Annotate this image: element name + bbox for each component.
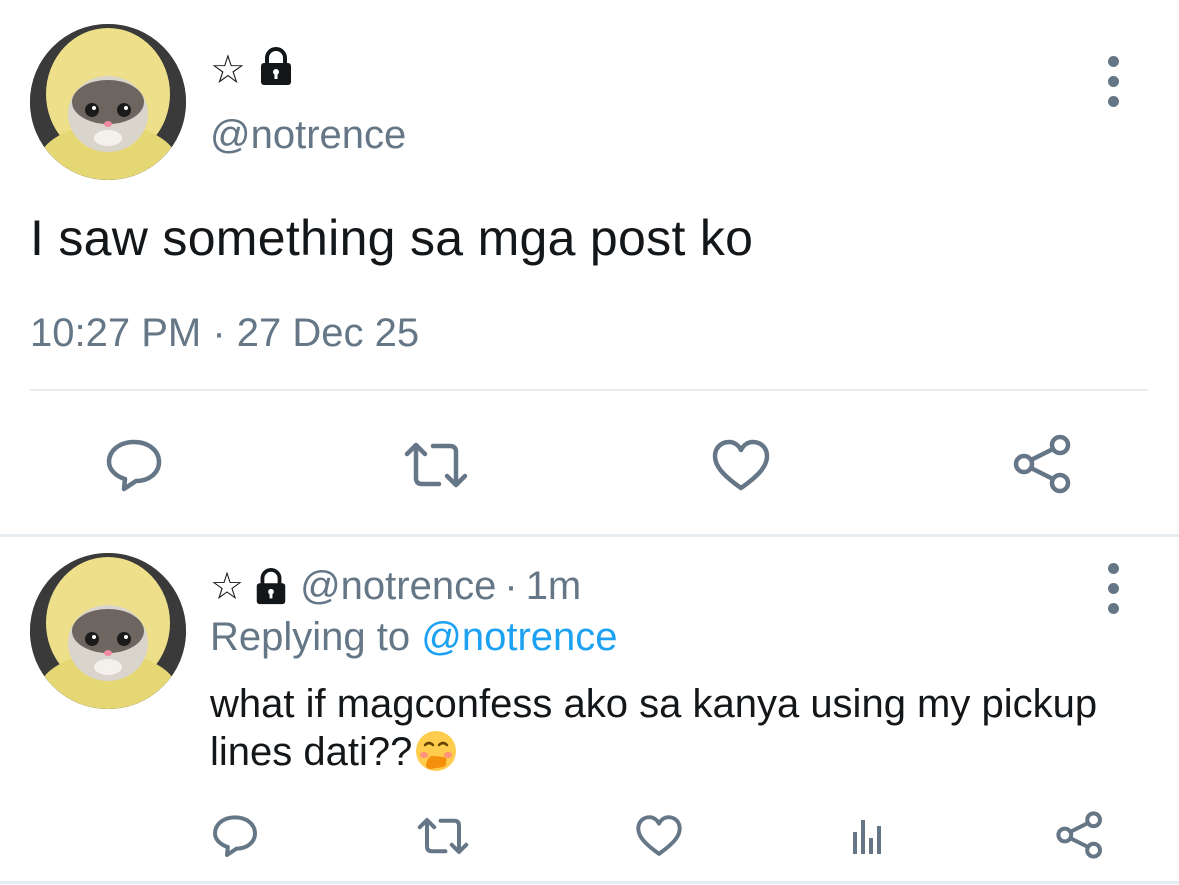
replying-to: Replying to @notrence [210, 615, 618, 660]
tweet-date: 27 Dec 25 [236, 311, 420, 355]
tweet-age: 1m [525, 564, 582, 608]
share-button[interactable] [1054, 810, 1106, 860]
separator: · [504, 564, 518, 608]
more-options-icon[interactable] [1108, 56, 1119, 107]
like-button[interactable] [634, 813, 684, 857]
retweet-button[interactable] [414, 815, 472, 857]
handle[interactable]: @notrence [300, 564, 496, 609]
reply-button[interactable] [210, 812, 260, 858]
more-options-icon[interactable] [1108, 563, 1119, 614]
tweet-timestamp[interactable]: 10:27 PM · 27 Dec 25 [30, 311, 419, 356]
replying-to-label: Replying to [210, 615, 411, 659]
reply-header: ☆ @notrence · 1m [210, 564, 581, 609]
reply-icon [213, 815, 257, 857]
share-button[interactable] [1012, 434, 1074, 494]
reply-text-content: what if magconfess ako sa kanya using my… [210, 682, 1098, 774]
avatar[interactable] [30, 24, 186, 180]
retweet-icon [404, 442, 468, 488]
like-button[interactable] [710, 437, 772, 493]
lock-icon [252, 567, 290, 606]
divider [30, 389, 1148, 391]
like-icon [712, 439, 770, 491]
analytics-button[interactable] [848, 813, 888, 857]
divider [0, 534, 1179, 537]
like-icon [636, 814, 682, 856]
separator: · [212, 311, 226, 355]
share-icon [1013, 434, 1071, 494]
divider [0, 881, 1179, 884]
display-name: ☆ [210, 47, 296, 92]
star-icon: ☆ [210, 565, 245, 608]
retweet-button[interactable] [401, 440, 471, 490]
analytics-icon [853, 820, 881, 854]
reply-icon [106, 439, 162, 492]
tweet-text: I saw something sa mga post ko [30, 210, 754, 266]
lock-icon [256, 47, 296, 92]
retweet-icon [417, 818, 469, 854]
reply-button[interactable] [102, 436, 166, 492]
share-icon [1056, 811, 1103, 859]
face-with-hand-over-mouth-icon [414, 729, 458, 773]
reply-text: what if magconfess ako sa kanya using my… [210, 680, 1110, 776]
tweet-time: 10:27 PM [30, 311, 202, 355]
replying-to-mention[interactable]: @notrence [421, 615, 617, 659]
avatar[interactable] [30, 553, 186, 709]
handle[interactable]: @notrence [210, 113, 406, 158]
star-icon: ☆ [210, 47, 246, 92]
